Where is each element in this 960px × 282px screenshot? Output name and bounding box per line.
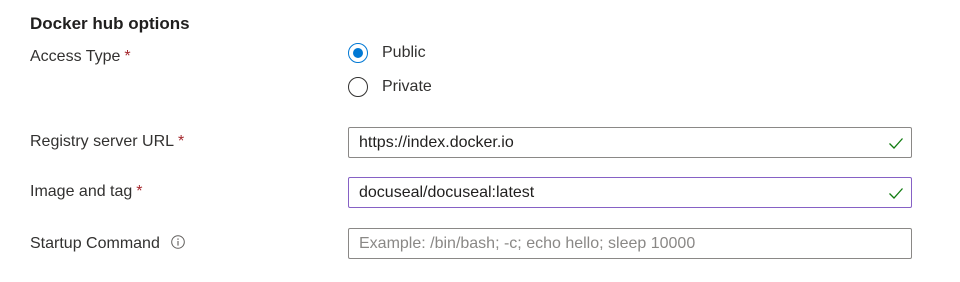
radio-selected-dot <box>353 48 363 58</box>
startup-command-label-text: Startup Command <box>30 235 160 252</box>
radio-option-private[interactable]: Private <box>348 75 432 99</box>
radio-button-private[interactable] <box>348 77 368 97</box>
startup-command-label: Startup Command <box>30 233 185 255</box>
required-asterisk: * <box>124 48 131 65</box>
radio-option-public[interactable]: Public <box>348 41 426 65</box>
checkmark-icon <box>889 138 903 149</box>
required-asterisk: * <box>136 183 143 200</box>
section-title: Docker hub options <box>30 14 190 33</box>
info-icon[interactable] <box>171 235 185 249</box>
required-asterisk: * <box>178 133 185 150</box>
registry-server-url-field[interactable] <box>348 127 912 158</box>
registry-server-url-label: Registry server URL * <box>30 131 184 153</box>
startup-command-input[interactable] <box>349 229 911 258</box>
radio-label-public: Public <box>382 44 426 61</box>
registry-server-url-label-text: Registry server URL <box>30 133 175 150</box>
registry-server-url-input[interactable] <box>349 128 911 157</box>
access-type-label: Access Type * <box>30 46 131 68</box>
image-and-tag-label: Image and tag * <box>30 181 143 203</box>
checkmark-icon <box>889 188 903 199</box>
radio-button-public[interactable] <box>348 43 368 63</box>
startup-command-field[interactable] <box>348 228 912 259</box>
access-type-label-text: Access Type <box>30 48 121 65</box>
image-and-tag-field[interactable] <box>348 177 912 208</box>
image-and-tag-input[interactable] <box>349 178 911 207</box>
radio-label-private: Private <box>382 78 432 95</box>
image-and-tag-label-text: Image and tag <box>30 183 133 200</box>
